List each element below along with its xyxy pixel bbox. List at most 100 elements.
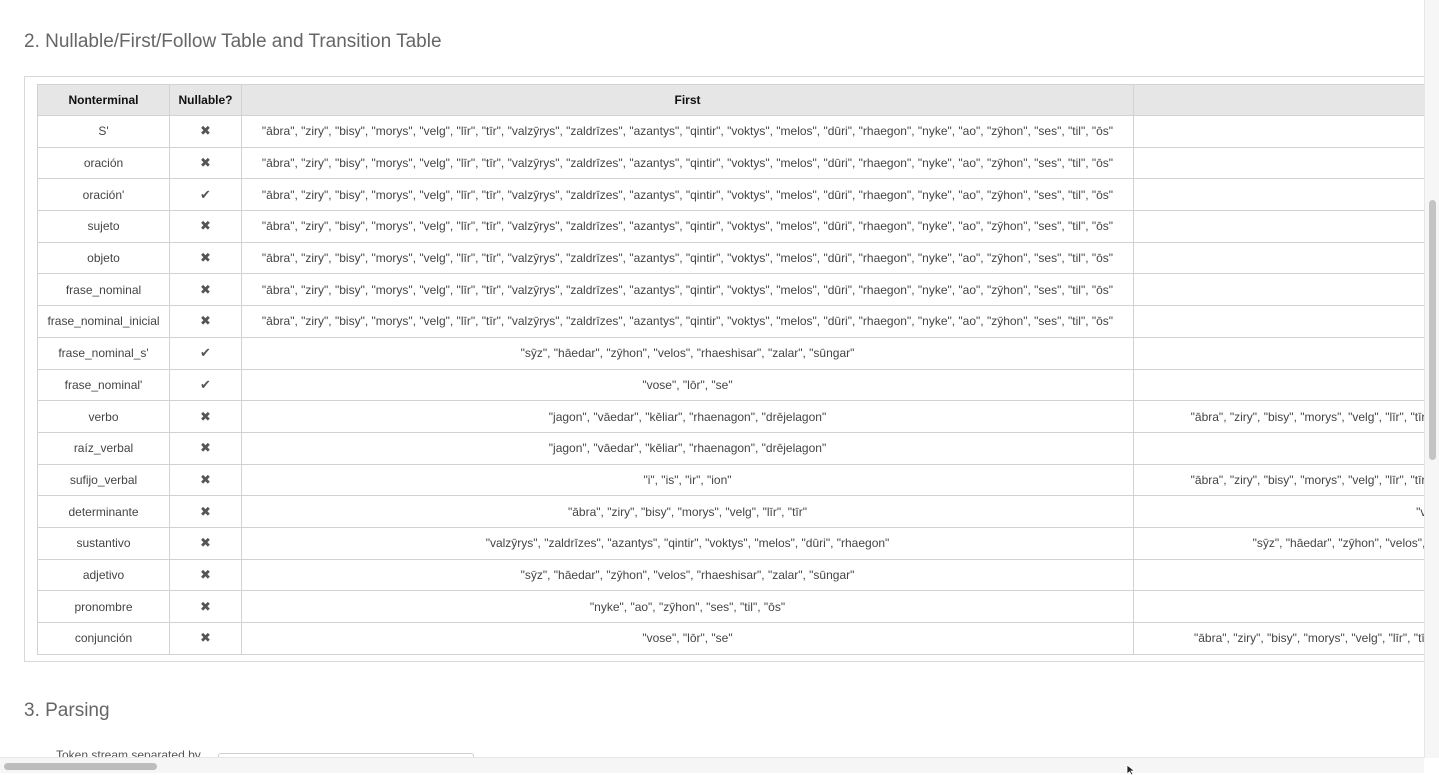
first-set-cell: "i", "is", "ir", "ion"	[241, 463, 1134, 497]
nonterminal-cell: oración'	[37, 178, 170, 212]
nonterminal-cell: sufijo_verbal	[37, 463, 170, 497]
first-set-cell: "ābra", "ziry", "bisy", "morys", "velg",…	[241, 495, 1134, 528]
nonterminal-cell: frase_nominal_inicial	[37, 305, 170, 338]
nullable-first-follow-table: Nonterminal Nullable? First S' ✖ "ābra", "…	[37, 84, 1434, 655]
first-set-cell: "ābra", "ziry", "bisy", "morys", "velg",…	[241, 305, 1134, 338]
header-nonterminal: Nonterminal	[37, 84, 170, 116]
follow-set-cell	[1133, 146, 1434, 180]
mouse-cursor-icon	[1126, 765, 1136, 775]
first-set-cell: "sȳz", "hāedar", "zȳhon", "velos", "rhae…	[241, 336, 1134, 370]
horizontal-scrollbar-thumb[interactable]	[4, 763, 157, 770]
nonterminal-cell: conjunción	[37, 622, 170, 655]
table-row: verbo ✖ "jagon", "vāedar", "kēliar", "rhae…	[37, 400, 1434, 433]
nullable-cell: ✖	[169, 590, 242, 623]
follow-set-cell: "ābra", "ziry", "bisy", "morys", "velg",…	[1133, 463, 1434, 497]
table-row: pronombre ✖ "nyke", "ao", "zȳhon", "ses", …	[37, 590, 1434, 623]
first-set-cell: "jagon", "vāedar", "kēliar", "rhaenagon"…	[241, 400, 1134, 433]
nonterminal-cell: frase_nominal_s'	[37, 336, 170, 370]
follow-set-cell: "j	[1133, 336, 1434, 370]
nullable-cell: ✖	[169, 210, 242, 243]
first-set-cell: "ābra", "ziry", "bisy", "morys", "velg",…	[241, 210, 1134, 243]
first-set-cell: "sȳz", "hāedar", "zȳhon", "velos", "rhae…	[241, 558, 1134, 592]
first-set-cell: "ābra", "ziry", "bisy", "morys", "velg",…	[241, 178, 1134, 212]
table-row: frase_nominal' ✔ "vose", "lōr", "se"	[37, 368, 1434, 402]
follow-set-cell: "sȳz", "hāedar", "zȳhon", "velos", "	[1133, 526, 1434, 560]
follow-set-cell: "ābra", "ziry", "bisy", "morys", "velg",…	[1133, 400, 1434, 433]
follow-set-cell	[1133, 210, 1434, 243]
nullable-cell: ✖	[169, 622, 242, 655]
nonterminal-cell: sustantivo	[37, 526, 170, 560]
table-panel: Nonterminal Nullable? First S' ✖ "ābra", "…	[24, 76, 1439, 662]
nullable-cell: ✔	[169, 178, 242, 212]
nonterminal-cell: objeto	[37, 241, 170, 275]
nonterminal-cell: frase_nominal'	[37, 368, 170, 402]
first-set-cell: "ābra", "ziry", "bisy", "morys", "velg",…	[241, 115, 1134, 148]
horizontal-scrollbar[interactable]	[0, 757, 1424, 773]
follow-set-cell	[1133, 368, 1434, 402]
nonterminal-cell: S'	[37, 115, 170, 148]
follow-set-cell	[1133, 273, 1434, 307]
follow-set-cell: "j	[1133, 590, 1434, 623]
header-nullable: Nullable?	[169, 84, 242, 116]
follow-set-cell: "j	[1133, 305, 1434, 338]
table-row: determinante ✖ "ābra", "ziry", "bisy", "mo…	[37, 495, 1434, 528]
nonterminal-cell: oración	[37, 146, 170, 180]
table-row: frase_nominal ✖ "ābra", "ziry", "bisy", "m…	[37, 273, 1434, 307]
table-row: oración ✖ "ābra", "ziry", "bisy", "morys",…	[37, 146, 1434, 180]
header-follow	[1133, 84, 1434, 116]
table-row: raíz_verbal ✖ "jagon", "vāedar", "kēliar",…	[37, 431, 1434, 465]
table-row: adjetivo ✖ "sȳz", "hāedar", "zȳhon", "velo…	[37, 558, 1434, 592]
nullable-cell: ✖	[169, 305, 242, 338]
nullable-cell: ✖	[169, 463, 242, 497]
table-row: sufijo_verbal ✖ "i", "is", "ir", "ion" "ābr…	[37, 463, 1434, 497]
follow-set-cell	[1133, 115, 1434, 148]
nullable-cell: ✖	[169, 558, 242, 592]
nullable-cell: ✖	[169, 526, 242, 560]
nullable-cell: ✖	[169, 400, 242, 433]
header-first: First	[241, 84, 1134, 116]
table-row: sujeto ✖ "ābra", "ziry", "bisy", "morys", …	[37, 210, 1434, 243]
table-body: S' ✖ "ābra", "ziry", "bisy", "morys", "vel…	[37, 115, 1434, 655]
nullable-cell: ✖	[169, 241, 242, 275]
follow-set-cell	[1133, 178, 1434, 212]
nonterminal-cell: pronombre	[37, 590, 170, 623]
nullable-cell: ✖	[169, 431, 242, 465]
first-set-cell: "valzȳrys", "zaldrīzes", "azantys", "qin…	[241, 526, 1134, 560]
section-title-table: 2. Nullable/First/Follow Table and Trans…	[24, 31, 442, 52]
table-row: frase_nominal_s' ✔ "sȳz", "hāedar", "zȳhon…	[37, 336, 1434, 370]
nullable-cell: ✔	[169, 368, 242, 402]
nullable-cell: ✖	[169, 273, 242, 307]
vertical-scrollbar-thumb[interactable]	[1429, 200, 1436, 460]
nullable-cell: ✖	[169, 495, 242, 528]
follow-set-cell	[1133, 241, 1434, 275]
table-row: conjunción ✖ "vose", "lōr", "se" "ābra", "z…	[37, 622, 1434, 655]
table-row: objeto ✖ "ābra", "ziry", "bisy", "morys", …	[37, 241, 1434, 275]
first-set-cell: "vose", "lōr", "se"	[241, 368, 1134, 402]
section-title-parsing: 3. Parsing	[24, 700, 110, 721]
table-row: sustantivo ✖ "valzȳrys", "zaldrīzes", "aza…	[37, 526, 1434, 560]
table-header-row: Nonterminal Nullable? First	[37, 84, 1434, 116]
follow-set-cell: "ābra", "ziry", "bisy", "morys", "velg",…	[1133, 622, 1434, 655]
follow-set-cell: "j	[1133, 558, 1434, 592]
first-set-cell: "ābra", "ziry", "bisy", "morys", "velg",…	[241, 146, 1134, 180]
nullable-cell: ✖	[169, 115, 242, 148]
nullable-cell: ✖	[169, 146, 242, 180]
first-set-cell: "vose", "lōr", "se"	[241, 622, 1134, 655]
table-row: frase_nominal_inicial ✖ "ābra", "ziry", "b…	[37, 305, 1434, 338]
nonterminal-cell: raíz_verbal	[37, 431, 170, 465]
nonterminal-cell: adjetivo	[37, 558, 170, 592]
nonterminal-cell: frase_nominal	[37, 273, 170, 307]
nonterminal-cell: determinante	[37, 495, 170, 528]
first-set-cell: "nyke", "ao", "zȳhon", "ses", "til", "ōs…	[241, 590, 1134, 623]
first-set-cell: "ābra", "ziry", "bisy", "morys", "velg",…	[241, 241, 1134, 275]
nonterminal-cell: verbo	[37, 400, 170, 433]
follow-set-cell: "va	[1133, 495, 1434, 528]
first-set-cell: "ābra", "ziry", "bisy", "morys", "velg",…	[241, 273, 1134, 307]
first-set-cell: "jagon", "vāedar", "kēliar", "rhaenagon"…	[241, 431, 1134, 465]
nullable-cell: ✔	[169, 336, 242, 370]
follow-set-cell	[1133, 431, 1434, 465]
table-row: oración' ✔ "ābra", "ziry", "bisy", "morys"…	[37, 178, 1434, 212]
table-row: S' ✖ "ābra", "ziry", "bisy", "morys", "vel…	[37, 115, 1434, 148]
nonterminal-cell: sujeto	[37, 210, 170, 243]
vertical-scrollbar[interactable]	[1424, 0, 1439, 758]
